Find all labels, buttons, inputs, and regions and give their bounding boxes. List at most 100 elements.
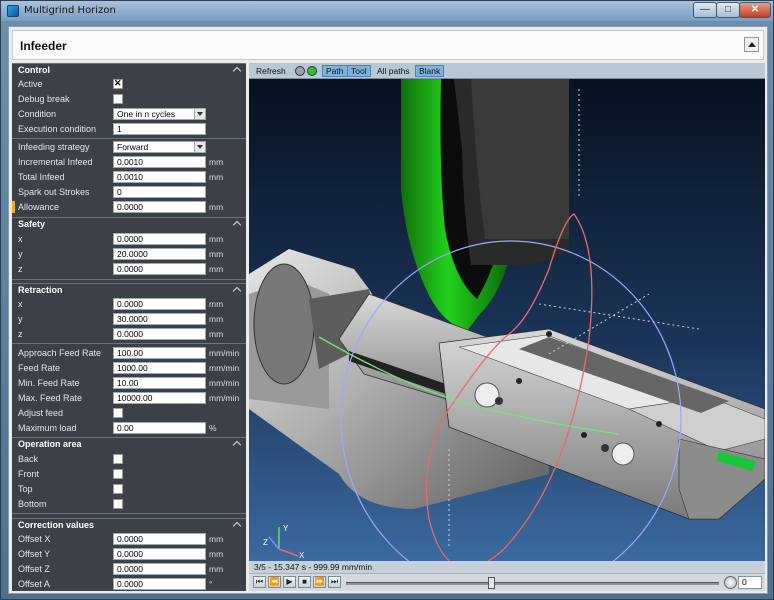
infeeding-strategy-select[interactable]: Forward	[113, 141, 206, 153]
total-infeed-input[interactable]: 0.0010	[113, 171, 206, 183]
axis-x-label: X	[299, 551, 305, 560]
chevron-up-icon[interactable]	[232, 521, 242, 531]
row-active: Active	[12, 77, 246, 92]
debug-break-checkbox[interactable]	[113, 94, 123, 104]
stop-button[interactable]: ■	[298, 576, 311, 588]
timeline-slider-thumb[interactable]	[488, 577, 496, 589]
frame-spinbox[interactable]: 0	[738, 576, 762, 589]
row-top: Top	[12, 482, 246, 497]
path-toggle-button[interactable]: Path	[322, 65, 348, 77]
row-feed-rate: Feed Rate 1000.00 mm/min	[12, 361, 246, 376]
adjust-feed-label: Adjust feed	[18, 408, 64, 418]
row-allowance: Allowance 0.0000 mm	[12, 200, 246, 215]
row-offset-a: Offset A 0.0000 °	[12, 577, 246, 591]
row-condition: Condition One in n cycles	[12, 107, 246, 122]
skip-to-end-button[interactable]: ⏭	[328, 576, 341, 588]
allowance-input[interactable]: 0.0000	[113, 201, 206, 213]
active-checkbox[interactable]	[113, 78, 123, 89]
back-checkbox[interactable]	[113, 454, 123, 464]
condition-select[interactable]: One in n cycles	[113, 108, 206, 120]
all-paths-button[interactable]: All paths	[374, 65, 413, 77]
feed-rate-label: Feed Rate	[18, 363, 61, 373]
offset-a-label: Offset A	[18, 579, 50, 589]
section-correction-values-title: Correction values	[18, 520, 95, 530]
unit-label: mm	[209, 234, 224, 244]
row-offset-z: Offset Z 0.0000 mm	[12, 562, 246, 577]
top-checkbox[interactable]	[113, 484, 123, 494]
row-offset-y: Offset Y 0.0000 mm	[12, 547, 246, 562]
title-bar[interactable]: Multigrind Horizon — □ ✕	[1, 1, 773, 21]
tool-toggle-button[interactable]: Tool	[347, 65, 371, 77]
safety-z-label: z	[18, 264, 23, 274]
front-checkbox[interactable]	[113, 469, 123, 479]
chevron-down-icon[interactable]	[194, 142, 205, 152]
adjust-feed-checkbox[interactable]	[113, 408, 123, 418]
play-button[interactable]: ▶	[283, 576, 296, 588]
offset-y-input[interactable]: 0.0000	[113, 548, 206, 560]
retraction-x-input[interactable]: 0.0000	[113, 298, 206, 310]
collapse-header-button[interactable]	[744, 37, 759, 52]
spark-out-strokes-input[interactable]: 0	[113, 186, 206, 198]
grinding-scene[interactable]: Y X Z	[249, 79, 765, 561]
speed-knob-icon[interactable]	[724, 576, 737, 589]
row-retraction-y: y 30.0000 mm	[12, 312, 246, 327]
chevron-down-icon[interactable]	[194, 109, 205, 119]
section-control-title: Control	[18, 65, 50, 75]
safety-y-input[interactable]: 20.0000	[113, 248, 206, 260]
row-max-feed-rate: Max. Feed Rate 10000.00 mm/min	[12, 391, 246, 406]
toggle-green-icon[interactable]	[307, 66, 317, 76]
row-adjust-feed: Adjust feed	[12, 406, 246, 421]
row-debug-break: Debug break	[12, 92, 246, 107]
chevron-up-icon[interactable]	[232, 220, 242, 230]
step-forward-button[interactable]: ⏩	[313, 576, 326, 588]
unit-label: mm	[209, 549, 224, 559]
section-retraction-header[interactable]: Retraction	[12, 283, 246, 296]
incremental-infeed-input[interactable]: 0.0010	[113, 156, 206, 168]
offset-x-input[interactable]: 0.0000	[113, 533, 206, 545]
unit-label: mm	[209, 202, 224, 212]
execution-condition-input[interactable]: 1	[113, 123, 206, 135]
approach-feed-rate-input[interactable]: 100.00	[113, 347, 206, 359]
section-correction-values-header[interactable]: Correction values	[12, 518, 246, 531]
section-control-header[interactable]: Control	[12, 63, 246, 76]
safety-x-label: x	[18, 234, 23, 244]
safety-x-input[interactable]: 0.0000	[113, 233, 206, 245]
timeline-slider[interactable]	[346, 582, 719, 585]
execution-condition-label: Execution condition	[18, 124, 97, 134]
active-label: Active	[18, 79, 43, 89]
maximize-button[interactable]: □	[716, 2, 740, 18]
properties-panel[interactable]: Control Active Debug break Condition One…	[12, 63, 246, 591]
max-feed-rate-input[interactable]: 10000.00	[113, 392, 206, 404]
close-button[interactable]: ✕	[739, 2, 771, 18]
maximum-load-label: Maximum load	[18, 423, 77, 433]
offset-y-label: Offset Y	[18, 549, 51, 559]
feed-rate-input[interactable]: 1000.00	[113, 362, 206, 374]
skip-to-start-button[interactable]: ⏮	[253, 576, 266, 588]
offset-z-input[interactable]: 0.0000	[113, 563, 206, 575]
chevron-up-icon[interactable]	[232, 440, 242, 450]
maximum-load-input[interactable]: 0.00	[113, 422, 206, 434]
row-min-feed-rate: Min. Feed Rate 10.00 mm/min	[12, 376, 246, 391]
safety-z-input[interactable]: 0.0000	[113, 263, 206, 275]
toggle-gray-icon[interactable]	[295, 66, 305, 76]
axis-z-label: Z	[263, 538, 268, 547]
minimize-button[interactable]: —	[693, 2, 717, 18]
section-operation-area-header[interactable]: Operation area	[12, 437, 246, 450]
incremental-infeed-label: Incremental Infeed	[18, 157, 93, 167]
offset-a-input[interactable]: 0.0000	[113, 578, 206, 590]
step-back-button[interactable]: ⏪	[268, 576, 281, 588]
min-feed-rate-input[interactable]: 10.00	[113, 377, 206, 389]
section-safety-header[interactable]: Safety	[12, 217, 246, 230]
section-retraction-title: Retraction	[18, 285, 63, 295]
retraction-y-input[interactable]: 30.0000	[113, 313, 206, 325]
chevron-up-icon[interactable]	[232, 66, 242, 76]
row-retraction-x: x 0.0000 mm	[12, 297, 246, 312]
bottom-checkbox[interactable]	[113, 499, 123, 509]
chevron-up-icon[interactable]	[232, 286, 242, 296]
refresh-button[interactable]: Refresh	[253, 65, 289, 77]
viewer-status: 3/5 - 15.347 s - 999.99 mm/min	[249, 561, 765, 573]
retraction-z-input[interactable]: 0.0000	[113, 328, 206, 340]
retraction-z-label: z	[18, 329, 23, 339]
3d-viewport[interactable]: Refresh Path Tool All paths Blank Y X Z …	[249, 63, 765, 591]
blank-toggle-button[interactable]: Blank	[415, 65, 445, 77]
